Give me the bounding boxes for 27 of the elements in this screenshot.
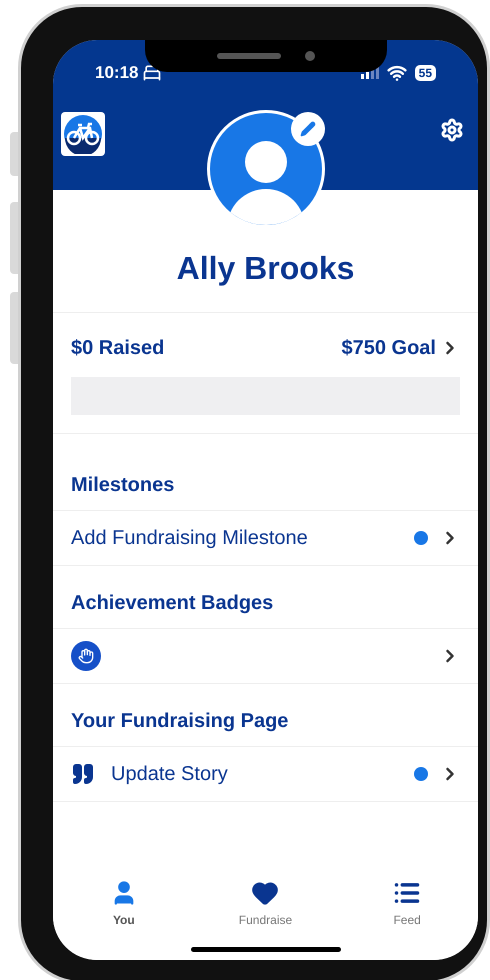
raised-amount: $0 Raised (71, 336, 164, 361)
tab-item[interactable]: Feed (362, 879, 452, 929)
bed-icon (142, 62, 162, 83)
tab-item[interactable]: Fundraise (220, 879, 310, 929)
row-label: Update Story (111, 762, 228, 787)
section-heading: Your Fundraising Page (70, 709, 290, 734)
row-label: Add Fundraising Milestone (71, 526, 308, 551)
tab-item[interactable]: You (78, 879, 169, 929)
section-heading: Achievement Badges (70, 591, 274, 616)
camera-lens (305, 51, 315, 61)
section-heading: Milestones (70, 473, 176, 498)
settings-icon[interactable] (440, 118, 464, 142)
battery-level: 55 (414, 64, 436, 81)
profile-name: Ally Brooks (176, 249, 356, 288)
fundraising-summary-row[interactable]: $0 Raised $750 Goal (71, 333, 460, 363)
speaker-grille (217, 53, 281, 59)
status-time: 10:18 (95, 62, 138, 84)
pencil-icon (300, 121, 316, 137)
quote-icon (71, 762, 95, 786)
bicycle-icon (63, 114, 103, 154)
list-row[interactable]: Add Fundraising Milestone (53, 510, 478, 566)
list-row[interactable]: Update Story (53, 746, 478, 802)
achievement-badge[interactable] (71, 641, 101, 671)
signal-icon (360, 66, 379, 79)
goal-amount: $750 Goal (341, 336, 436, 361)
app-logo[interactable] (61, 112, 105, 156)
hand-icon (78, 648, 94, 664)
